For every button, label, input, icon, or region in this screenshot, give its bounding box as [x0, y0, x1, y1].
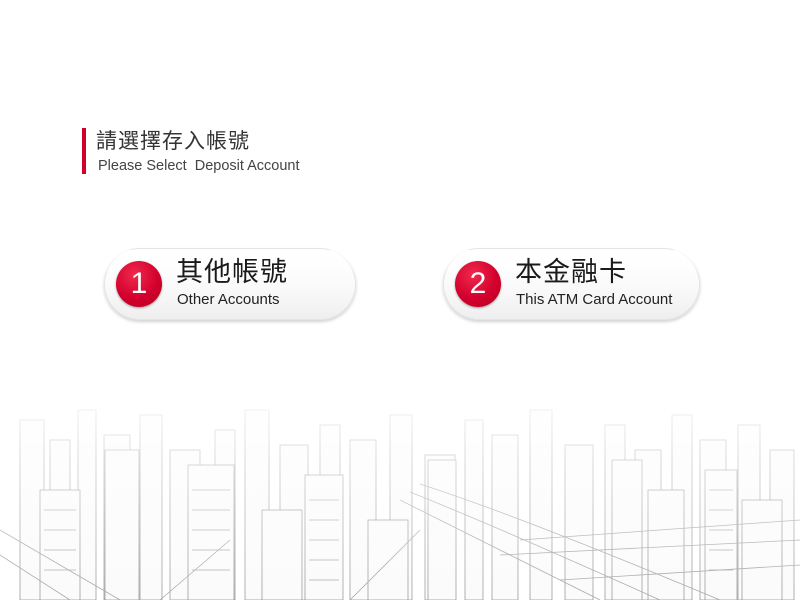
- city-skyline-illustration: [0, 380, 800, 600]
- header-accent-bar: [82, 128, 86, 174]
- option-number-badge: 1: [116, 261, 162, 307]
- page-subtitle: Please Select Deposit Account: [98, 158, 300, 174]
- option-title: 本金融卡: [515, 257, 627, 288]
- option-title: 其他帳號: [176, 257, 288, 288]
- page-header: 請選擇存入帳號 Please Select Deposit Account: [82, 128, 300, 174]
- option-subtitle: Other Accounts: [177, 291, 280, 308]
- other-accounts-button[interactable]: 1 其他帳號 Other Accounts: [104, 248, 356, 320]
- page-title: 請選擇存入帳號: [96, 129, 250, 153]
- option-subtitle: This ATM Card Account: [516, 291, 673, 308]
- this-atm-card-account-button[interactable]: 2 本金融卡 This ATM Card Account: [443, 248, 700, 320]
- option-number-badge: 2: [455, 261, 501, 307]
